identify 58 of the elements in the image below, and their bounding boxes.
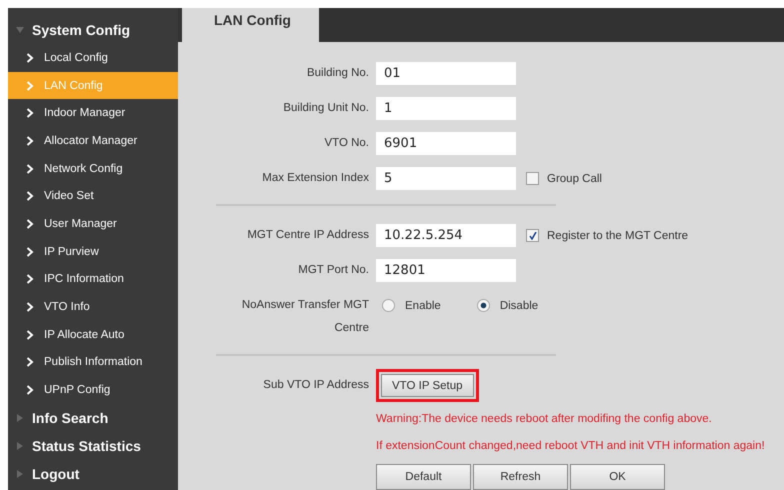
sidebar-item[interactable]: IPC Information [8,266,178,294]
chevron-right-icon [26,164,34,174]
checkbox[interactable] [526,172,539,185]
action-button[interactable]: Default [376,464,471,490]
sidebar-item[interactable]: User Manager [8,210,178,238]
checkbox-option[interactable]: Group Call [526,167,602,190]
input-field[interactable]: 1 [376,97,516,120]
field-label: Building No. [306,66,370,81]
sidebar-item[interactable]: Allocator Manager [8,127,178,155]
warning-text: If extensionCount changed,need reboot VTH and init VTH information again! [376,439,766,454]
field-label: MGT Centre IP Address [246,228,370,243]
sidebar-item[interactable]: Indoor Manager [8,99,178,128]
sidebar-section[interactable]: System Config [32,22,130,38]
radio-button[interactable] [382,299,395,312]
input-field[interactable]: 6901 [376,132,516,155]
chevron-right-icon [26,108,34,118]
warning-text: Warning:The device needs reboot after modifing the config above. [376,412,713,427]
chevron-right-icon [26,274,34,284]
field-label: Max Extension Index [261,171,370,186]
chevron-right-icon [26,52,34,63]
sidebar-item[interactable]: UPnP Config [8,376,178,404]
sidebar-item[interactable]: VTO Info [8,293,178,321]
action-button[interactable]: Refresh [473,464,568,490]
sidebar-section[interactable]: Status Statistics [32,438,141,454]
chevron-right-icon [26,80,34,91]
input-field[interactable]: 01 [376,62,516,85]
sidebar-item[interactable]: IP Allocate Auto [8,320,178,349]
chevron-right-icon [26,218,34,229]
chevron-right-icon [26,191,34,202]
radio-option[interactable]: Enable [382,299,441,312]
input-field[interactable]: 12801 [376,259,516,282]
radio-option[interactable]: Disable [476,299,538,312]
chevron-right-icon [26,385,34,396]
sidebar-item[interactable]: Video Set [8,182,178,210]
sidebar-item[interactable]: Network Config [8,154,178,182]
chevron-right-icon [26,357,34,368]
checkbox[interactable] [526,229,539,242]
setup-button[interactable]: VTO IP Setup [381,374,474,397]
field-label: NoAnswer Transfer MGT Centre [240,298,370,336]
chevron-right-icon [26,136,34,146]
sidebar-item[interactable]: IP Purview [8,238,178,266]
sidebar-section[interactable]: Info Search [32,410,108,426]
field-label: MGT Port No. [297,263,370,278]
field-label: Building Unit No. [282,101,370,116]
input-field[interactable]: 10.22.5.254 [376,224,516,247]
chevron-right-icon [26,246,34,257]
radio-button[interactable] [476,299,490,312]
action-button[interactable]: OK [570,464,665,490]
checkbox-option[interactable]: Register to the MGT Centre [526,224,688,247]
sidebar-section[interactable]: Logout [32,466,80,482]
sidebar-item[interactable]: Local Config [8,44,178,72]
sidebar-item[interactable]: Publish Information [8,348,178,376]
field-label: Sub VTO IP Address [262,378,370,393]
field-label: VTO No. [323,136,370,151]
chevron-right-icon [26,330,34,340]
tab[interactable]: LAN Config [182,8,319,42]
input-field[interactable]: 5 [376,167,516,190]
chevron-right-icon [26,302,34,312]
